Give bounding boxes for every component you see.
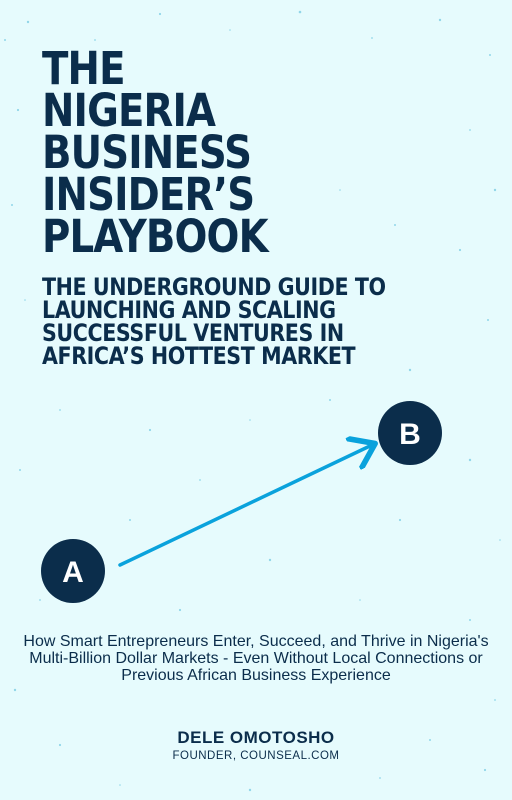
a-to-b-diagram: A B — [41, 401, 442, 603]
title-line: NIGERIA BUSINESS — [42, 84, 252, 179]
end-node: B — [378, 401, 442, 465]
subtitle-line: AFRICA’S HOTTEST MARKET — [42, 342, 356, 370]
title-line: PLAYBOOK — [42, 210, 269, 263]
book-description: How Smart Entrepreneurs Enter, Succeed, … — [23, 633, 489, 684]
progress-arrow — [118, 445, 372, 567]
author-role: FOUNDER, COUNSEAL.COM — [172, 750, 340, 762]
author-name: DELE OMOTOSHO — [177, 728, 335, 747]
book-title: THE NIGERIA BUSINESS INSIDER’S PLAYBOOK — [42, 46, 420, 259]
book-subtitle: THE UNDERGROUND GUIDE TO LAUNCHING AND S… — [42, 275, 403, 370]
book-cover: THE NIGERIA BUSINESS INSIDER’S PLAYBOOK … — [0, 0, 512, 800]
end-node-label: B — [399, 418, 421, 451]
start-node-label: A — [62, 556, 84, 589]
start-node: A — [41, 539, 105, 603]
